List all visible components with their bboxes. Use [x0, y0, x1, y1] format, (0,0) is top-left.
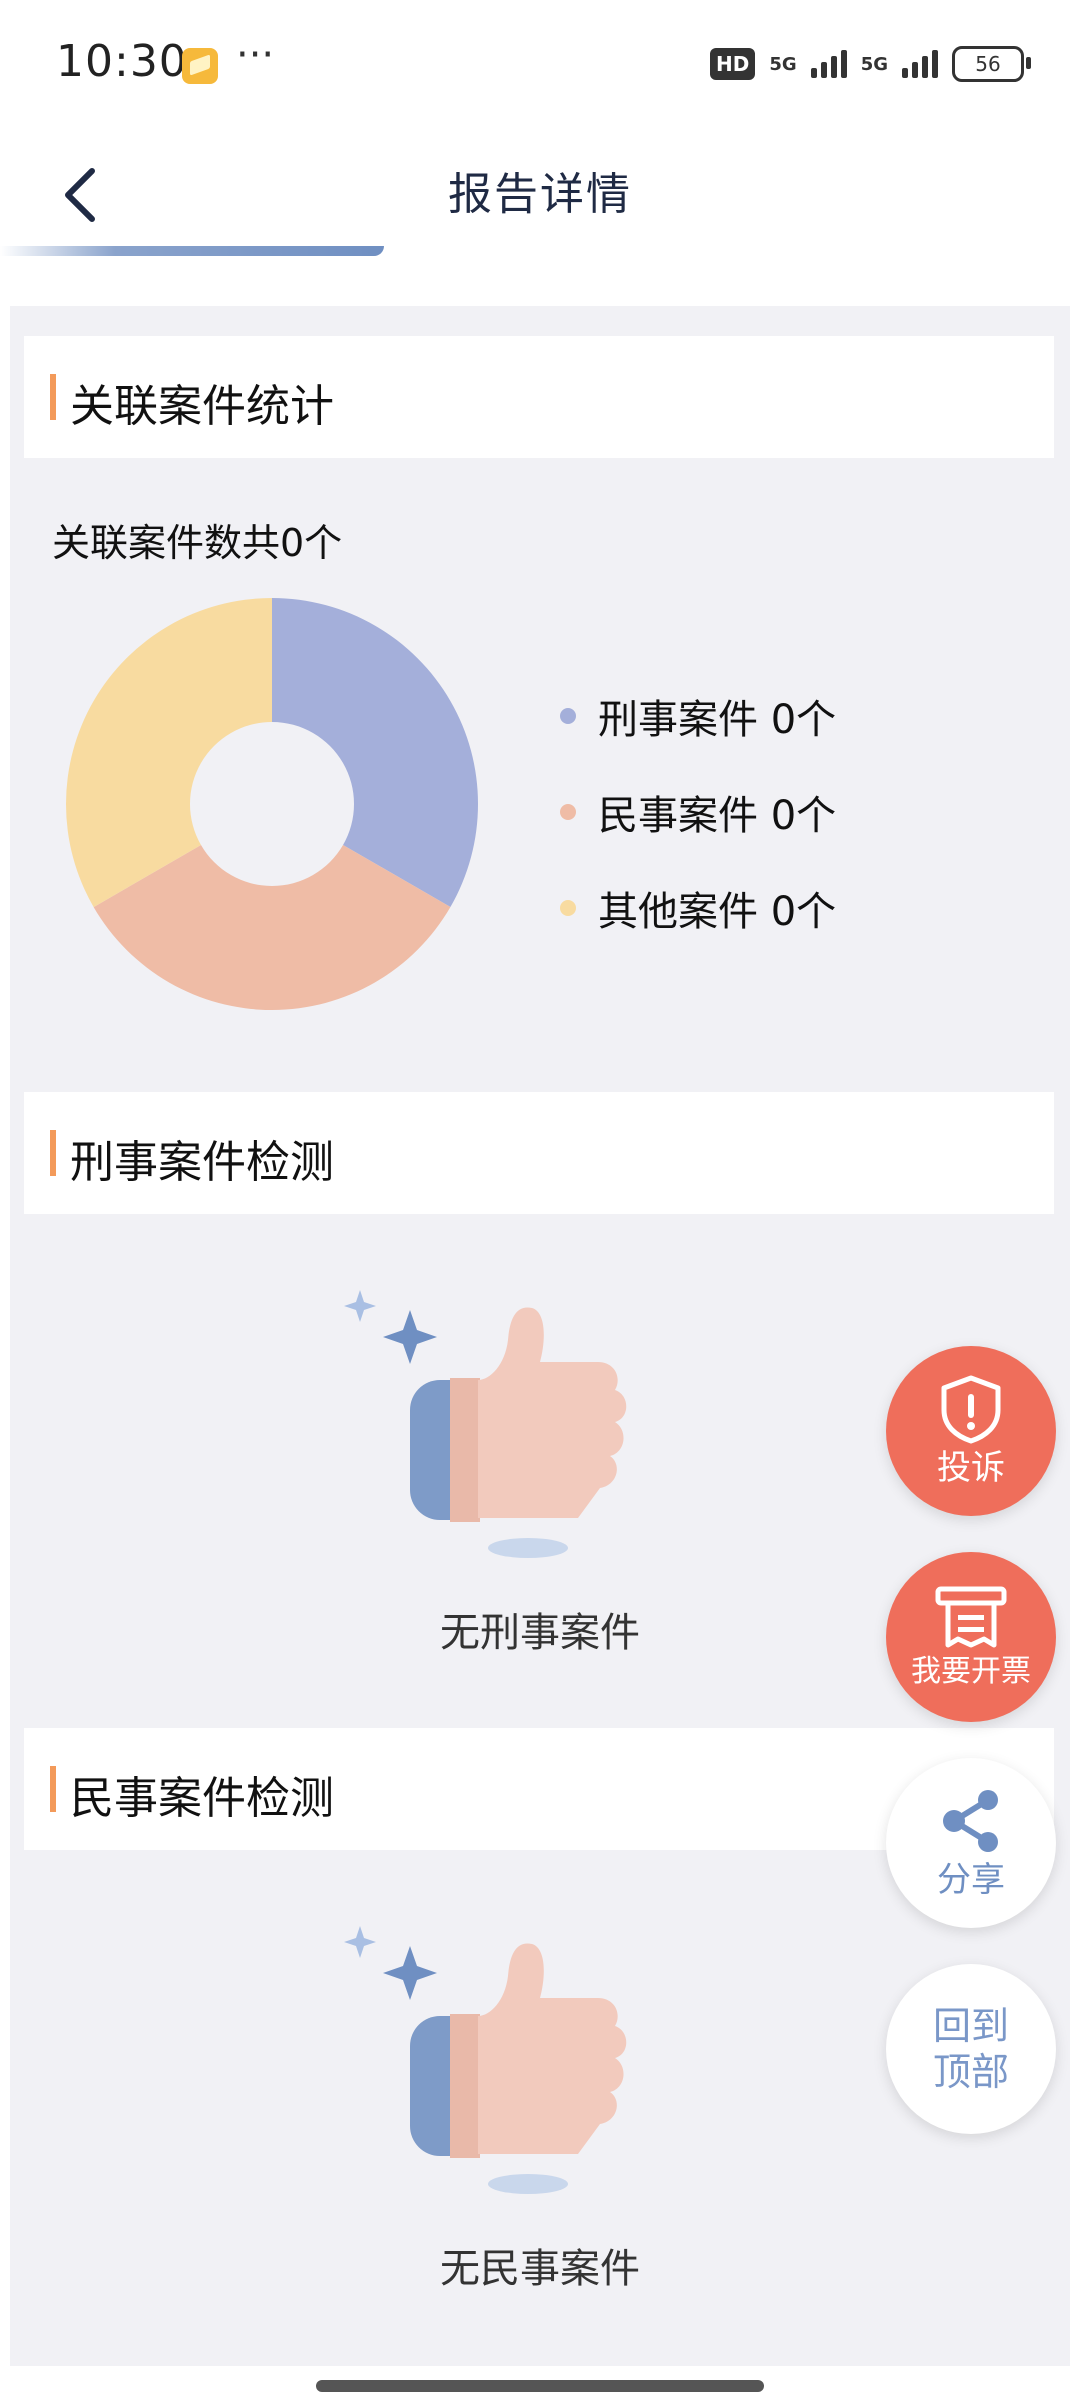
status-time: 10:30	[56, 36, 188, 87]
receipt-icon	[935, 1586, 1007, 1648]
thumbs-up-icon	[344, 1290, 627, 1558]
hd-icon: HD	[710, 48, 756, 80]
legend-dot	[560, 804, 576, 820]
header-accent-bar	[0, 246, 384, 256]
home-indicator[interactable]	[316, 2380, 764, 2392]
share-button[interactable]: 分享	[886, 1758, 1056, 1928]
legend-item: 其他案件 0个	[560, 860, 836, 956]
share-icon	[943, 1790, 998, 1852]
donut-slice-1	[272, 598, 478, 907]
shield-alert-icon	[941, 1375, 1001, 1444]
back-to-top-line2: 顶部	[932, 2050, 1009, 2094]
invoice-label: 我要开票	[911, 1654, 1031, 1689]
section-title: 民事案件检测	[50, 1762, 334, 1826]
back-to-top-line1: 回到	[932, 2004, 1009, 2048]
thumbs-up-icon	[344, 1926, 627, 2194]
legend-item: 民事案件 0个	[560, 764, 836, 860]
empty-state-text: 无民事案件	[440, 2246, 640, 2292]
legend-label: 其他案件 0个	[598, 889, 837, 935]
app-header: 报告详情	[0, 120, 1080, 260]
network-type-1: 5G	[769, 53, 797, 75]
more-notifications-icon: ···	[236, 32, 275, 78]
status-indicators: HD 5G 5G 56	[710, 44, 1031, 84]
signal-icon	[810, 50, 847, 78]
complaint-label: 投诉	[937, 1448, 1005, 1488]
criminal-section-header: 刑事案件检测	[24, 1092, 1054, 1214]
status-bar: 10:30 ··· HD 5G 5G 56	[0, 0, 1080, 120]
battery-icon: 56	[952, 46, 1031, 82]
back-to-top-button[interactable]: 回到 顶部	[886, 1964, 1056, 2134]
chart-legend: 刑事案件 0个 民事案件 0个 其他案件 0个	[560, 668, 836, 956]
notes-app-icon	[182, 48, 218, 84]
invoice-button[interactable]: 我要开票	[886, 1552, 1056, 1722]
signal-icon	[902, 50, 938, 78]
page-title: 报告详情	[448, 169, 632, 220]
legend-dot	[560, 708, 576, 724]
section-title: 关联案件统计	[50, 370, 334, 434]
total-cases-text: 关联案件数共0个	[52, 521, 343, 565]
complaint-button[interactable]: 投诉	[886, 1346, 1056, 1516]
case-donut-chart	[66, 598, 478, 1010]
legend-dot	[560, 900, 576, 916]
network-type-2: 5G	[860, 53, 888, 75]
section-title: 刑事案件检测	[50, 1126, 334, 1190]
donut-slice-3	[66, 598, 272, 908]
legend-item: 刑事案件 0个	[560, 668, 836, 764]
legend-label: 民事案件 0个	[598, 793, 837, 839]
stats-section-header: 关联案件统计	[24, 336, 1054, 458]
share-label: 分享	[937, 1860, 1005, 1900]
legend-label: 刑事案件 0个	[598, 697, 837, 743]
